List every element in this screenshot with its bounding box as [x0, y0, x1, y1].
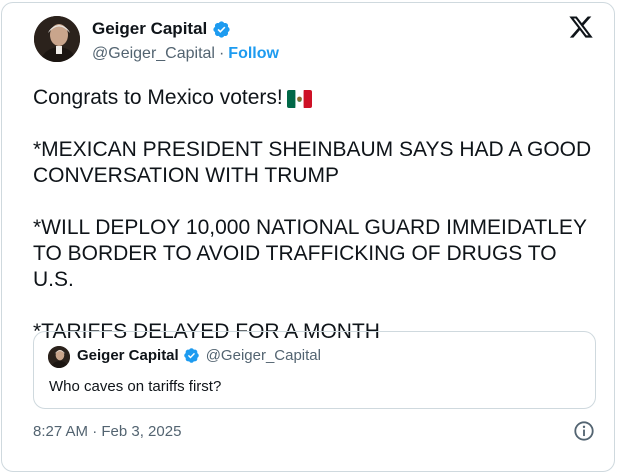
quoted-author-handle: @Geiger_Capital: [205, 347, 321, 364]
quoted-tweet-text: Who caves on tariffs first?: [49, 378, 222, 395]
tweet-body: *MEXICAN PRESIDENT SHEINBAUM SAYS HAD A …: [33, 138, 592, 343]
author-name-row: Geiger Capital: [92, 19, 231, 39]
info-icon[interactable]: [573, 420, 595, 442]
separator-dot: ·: [218, 45, 225, 62]
verified-badge-icon: [183, 348, 199, 363]
author-handle-row: @Geiger_Capital · Follow: [92, 45, 279, 63]
author-display-name[interactable]: Geiger Capital: [92, 19, 207, 39]
tweet-first-line: Congrats to Mexico voters!: [33, 86, 283, 109]
x-logo-icon[interactable]: [567, 14, 595, 40]
quoted-author-row: Geiger Capital @Geiger_Capital: [77, 347, 321, 364]
follow-button[interactable]: Follow: [228, 45, 279, 63]
tweet-text: Congrats to Mexico voters! *MEXICAN PRES…: [33, 85, 593, 345]
tweet-timestamp[interactable]: 8:27 AM · Feb 3, 2025: [33, 423, 181, 440]
author-handle[interactable]: @Geiger_Capital: [92, 45, 215, 63]
author-avatar[interactable]: [34, 16, 80, 62]
quoted-author-name: Geiger Capital: [77, 347, 179, 364]
quoted-tweet[interactable]: Geiger Capital @Geiger_Capital Who caves…: [33, 331, 596, 409]
mexico-flag-icon: [286, 90, 312, 108]
verified-badge-icon: [213, 20, 230, 38]
quoted-author-avatar: [48, 346, 70, 368]
